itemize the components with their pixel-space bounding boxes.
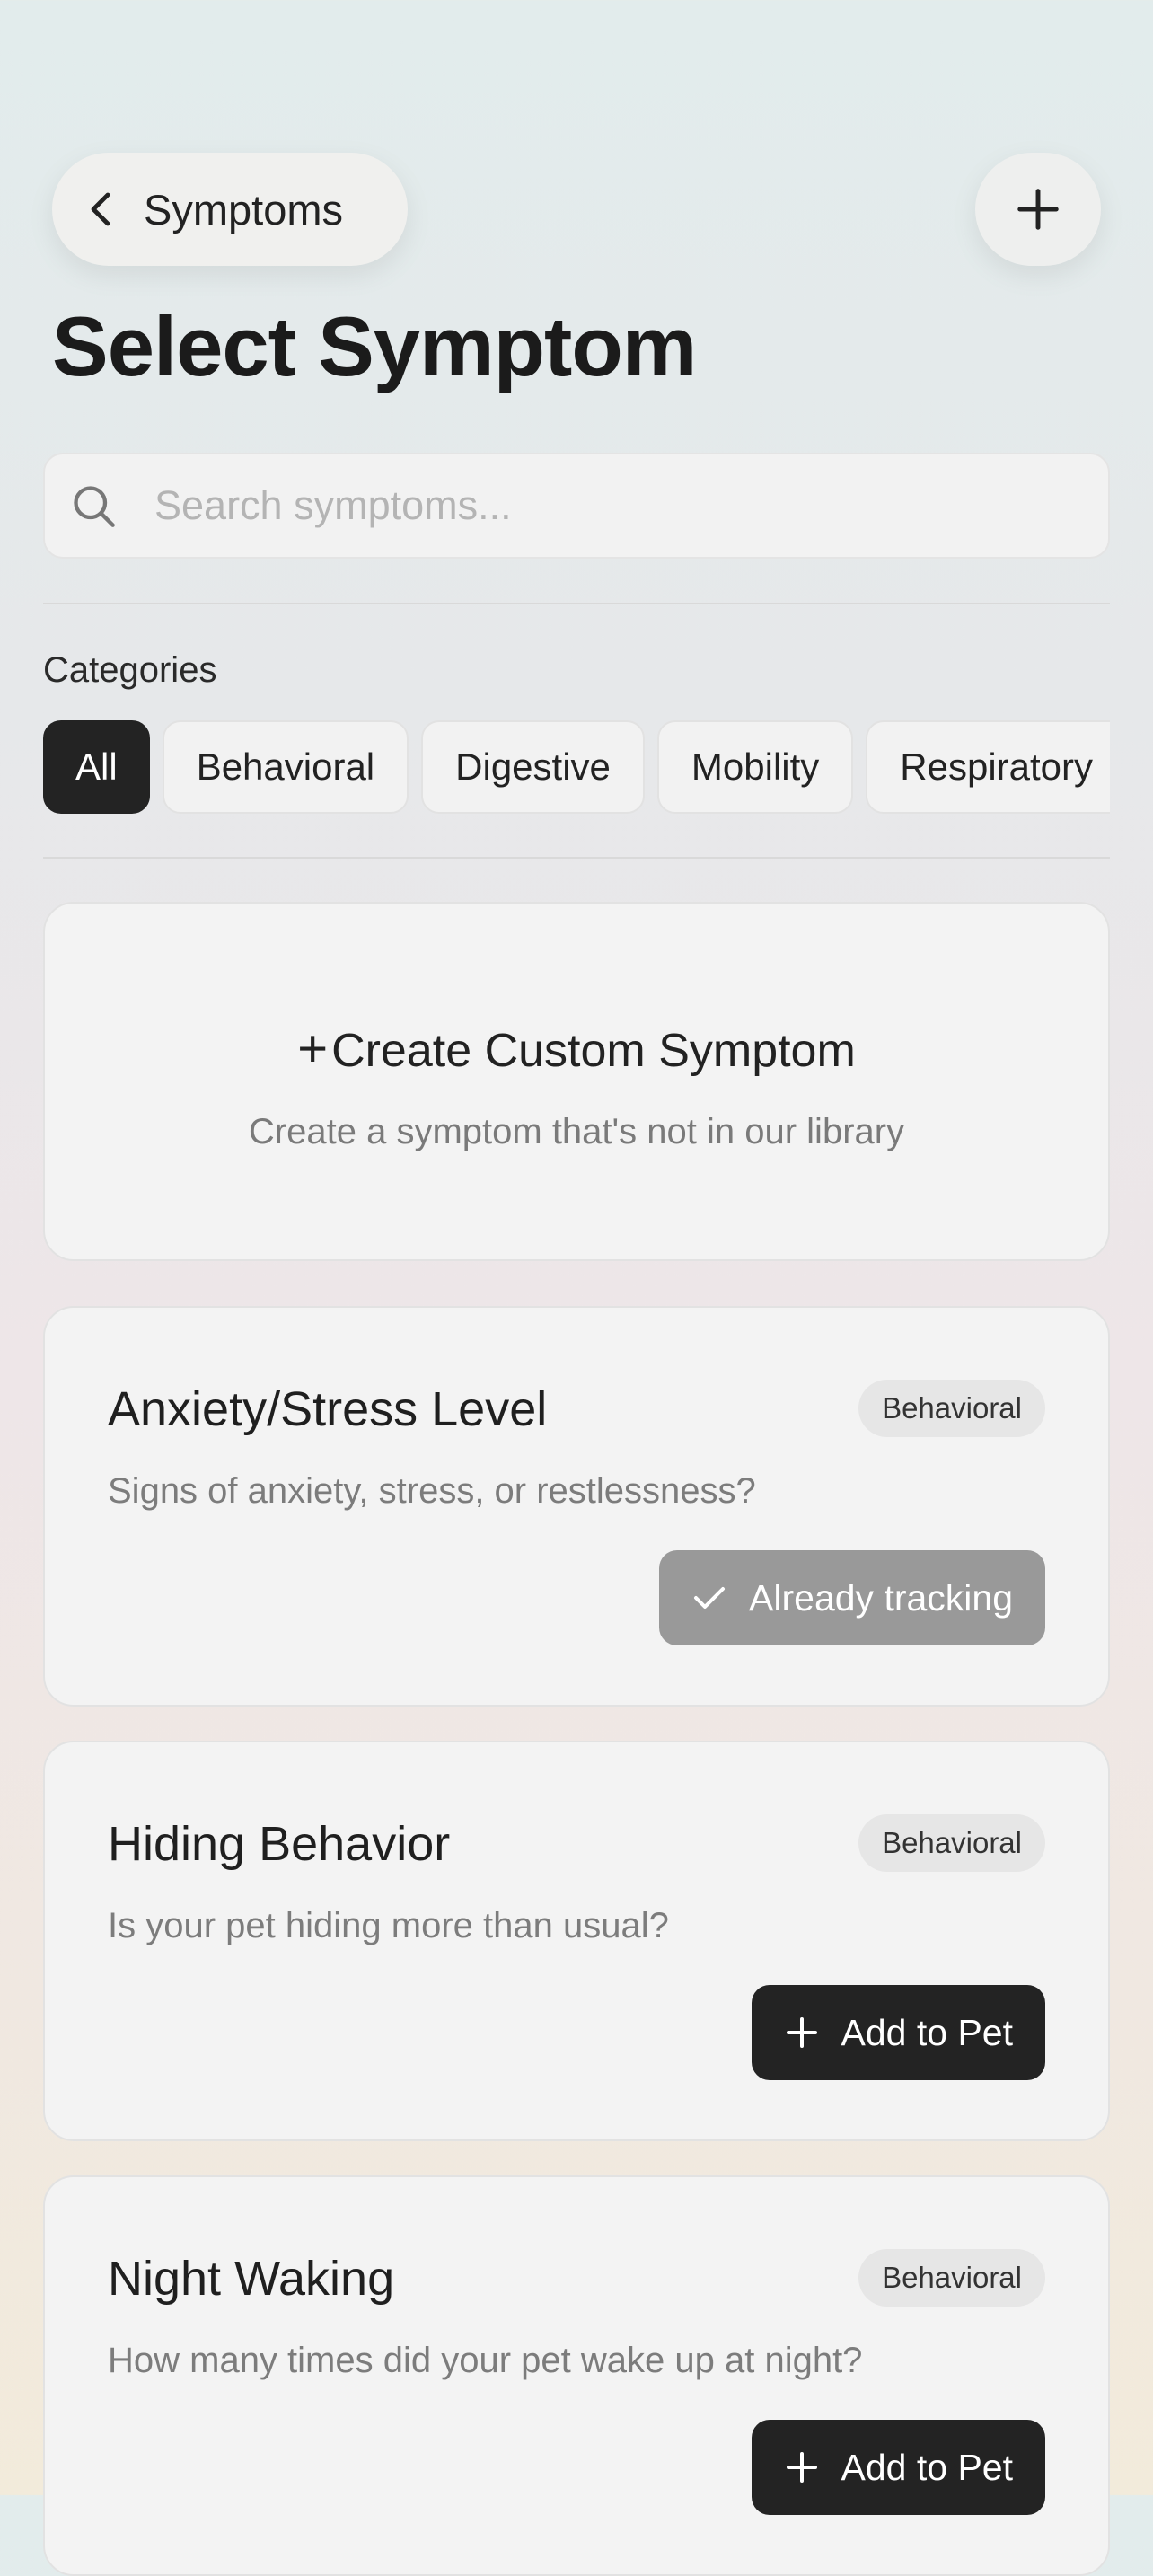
add-to-pet-button[interactable]: Add to Pet xyxy=(751,1985,1045,2080)
symptom-name: Night Waking xyxy=(108,2252,395,2306)
chip-behavioral[interactable]: Behavioral xyxy=(162,720,409,814)
symptom-description: Is your pet hiding more than usual? xyxy=(108,1906,669,1945)
category-badge: Behavioral xyxy=(858,1814,1045,1872)
chip-all[interactable]: All xyxy=(43,720,150,814)
custom-symptom-subtitle: Create a symptom that's not in our libra… xyxy=(248,1112,905,1151)
add-to-pet-button[interactable]: Add to Pet xyxy=(751,2420,1045,2515)
search-bar[interactable] xyxy=(43,453,1110,559)
chip-respiratory[interactable]: Respiratory xyxy=(866,720,1110,814)
page-title: Select Symptom xyxy=(52,299,697,393)
categories-heading: Categories xyxy=(43,650,217,690)
plus-icon xyxy=(1017,189,1059,230)
symptom-name: Hiding Behavior xyxy=(108,1817,451,1871)
symptom-description: How many times did your pet wake up at n… xyxy=(108,2341,863,2380)
add-to-pet-label: Add to Pet xyxy=(841,2011,1013,2053)
back-button[interactable]: Symptoms xyxy=(52,153,408,266)
symptom-card: Night Waking Behavioral How many times d… xyxy=(43,2175,1110,2576)
back-button-label: Symptoms xyxy=(144,185,343,234)
search-input[interactable] xyxy=(153,481,1051,530)
divider xyxy=(43,603,1110,604)
already-tracking-button[interactable]: Already tracking xyxy=(659,1550,1045,1645)
plus-icon: + xyxy=(297,1019,329,1078)
check-icon xyxy=(694,1587,726,1609)
chip-mobility[interactable]: Mobility xyxy=(656,720,854,814)
custom-title-row: +Create Custom Symptom xyxy=(45,1019,1108,1079)
search-icon xyxy=(74,486,115,527)
add-to-pet-label: Add to Pet xyxy=(841,2446,1013,2488)
divider xyxy=(43,857,1110,859)
category-chips: All Behavioral Digestive Mobility Respir… xyxy=(43,720,1110,814)
symptom-card: Hiding Behavior Behavioral Is your pet h… xyxy=(43,1741,1110,2141)
plus-icon xyxy=(786,2452,817,2483)
chip-digestive[interactable]: Digestive xyxy=(421,720,645,814)
custom-symptom-title: Create Custom Symptom xyxy=(331,1025,856,1077)
symptom-card: Anxiety/Stress Level Behavioral Signs of… xyxy=(43,1306,1110,1707)
chevron-left-icon xyxy=(91,192,110,226)
plus-icon xyxy=(786,2017,817,2048)
create-custom-symptom-card[interactable]: +Create Custom Symptom Create a symptom … xyxy=(43,902,1110,1261)
symptom-name: Anxiety/Stress Level xyxy=(108,1382,548,1436)
category-badge: Behavioral xyxy=(858,2249,1045,2307)
add-button[interactable] xyxy=(975,153,1101,266)
symptom-description: Signs of anxiety, stress, or restlessnes… xyxy=(108,1471,756,1511)
category-badge: Behavioral xyxy=(858,1380,1045,1437)
already-tracking-label: Already tracking xyxy=(749,1576,1013,1619)
